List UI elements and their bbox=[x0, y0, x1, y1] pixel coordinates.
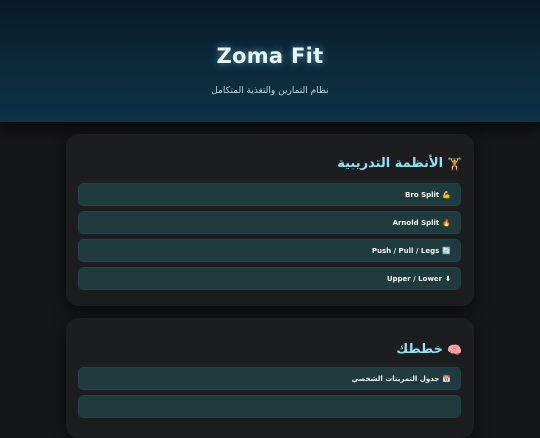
system-item-bro-split[interactable]: 💪 Bro Split bbox=[78, 183, 461, 206]
plan-item-personal-schedule[interactable]: 📅 جدول التمرينات الشخصي bbox=[78, 367, 461, 390]
plan-item-partial[interactable] bbox=[78, 395, 461, 418]
training-systems-card: 🏋 الأنظمة التدريبية 💪 Bro Split 🔥 Arnold… bbox=[66, 134, 474, 306]
plans-title: 🧠 خططك bbox=[396, 342, 462, 357]
plans-title-text: خططك bbox=[396, 342, 444, 357]
app-subtitle: نظام التمارين والتغذية المتكامل bbox=[211, 86, 329, 96]
repeat-icon: 🔄 bbox=[442, 246, 451, 255]
plan-item-label: جدول التمرينات الشخصي bbox=[351, 374, 440, 383]
arrow-down-icon: ⬇ bbox=[445, 274, 451, 283]
system-item-upper-lower[interactable]: ⬇ Upper / Lower bbox=[78, 267, 461, 290]
plans-card: 🧠 خططك 📅 جدول التمرينات الشخصي bbox=[66, 318, 474, 438]
training-systems-title: 🏋 الأنظمة التدريبية bbox=[337, 156, 462, 171]
calendar-icon: 📅 bbox=[442, 374, 451, 383]
system-item-label: Arnold Split bbox=[392, 218, 440, 227]
weightlifter-icon: 🏋 bbox=[447, 156, 462, 171]
system-item-label: Push / Pull / Legs bbox=[371, 246, 440, 255]
flexed-biceps-icon: 💪 bbox=[442, 190, 451, 199]
system-item-label: Bro Split bbox=[405, 190, 440, 199]
app-header: Zoma Fit نظام التمارين والتغذية المتكامل bbox=[0, 0, 540, 122]
system-item-push-pull-legs[interactable]: 🔄 Push / Pull / Legs bbox=[78, 239, 461, 262]
system-item-label: Upper / Lower bbox=[386, 274, 443, 283]
app-title: Zoma Fit bbox=[216, 44, 324, 68]
brain-icon: 🧠 bbox=[447, 342, 462, 357]
system-item-arnold-split[interactable]: 🔥 Arnold Split bbox=[78, 211, 461, 234]
fire-icon: 🔥 bbox=[442, 218, 451, 227]
training-systems-title-text: الأنظمة التدريبية bbox=[337, 156, 444, 171]
